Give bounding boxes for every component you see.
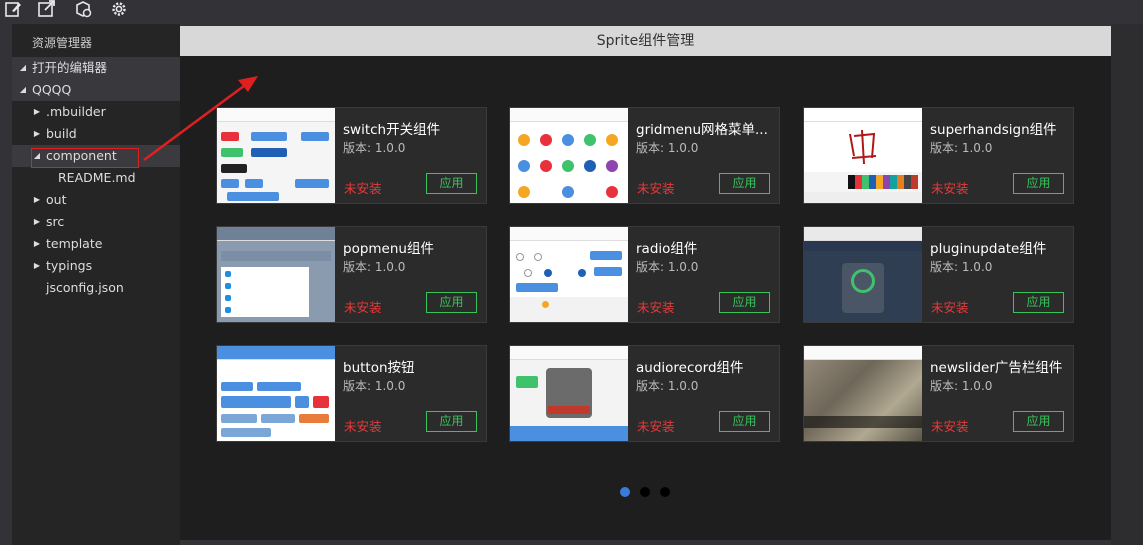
annotation-arrow — [143, 76, 258, 162]
